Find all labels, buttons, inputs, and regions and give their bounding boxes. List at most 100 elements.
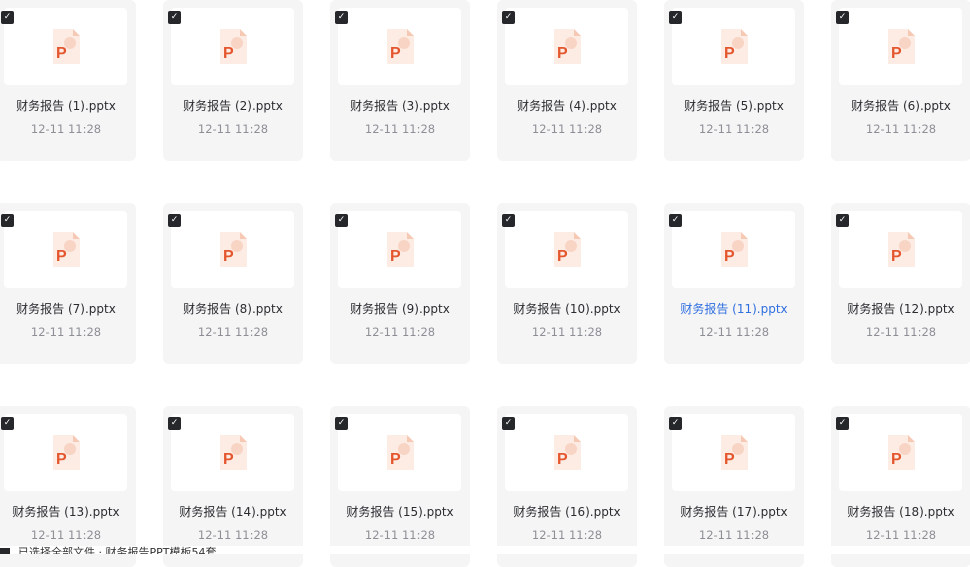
status-text: 已选择全部文件 · 财务报告PPT模板54套 bbox=[18, 546, 217, 554]
pptx-file-icon: P bbox=[887, 29, 915, 64]
svg-text:P: P bbox=[56, 45, 67, 62]
file-thumbnail: P bbox=[672, 414, 795, 491]
file-card[interactable]: P ✓ 财务报告 (12).pptx 12-11 11:28 bbox=[831, 203, 970, 364]
svg-text:P: P bbox=[223, 451, 234, 468]
checkbox-checked-icon[interactable]: ✓ bbox=[669, 417, 682, 430]
file-thumbnail: P bbox=[4, 8, 127, 85]
file-modified-time: 12-11 11:28 bbox=[865, 122, 937, 136]
file-card[interactable]: P ✓ 财务报告 (8).pptx 12-11 11:28 bbox=[163, 203, 303, 364]
select-all-checkbox[interactable] bbox=[0, 548, 10, 554]
file-card[interactable]: P ✓ 财务报告 (14).pptx 12-11 11:28 bbox=[163, 406, 303, 567]
file-card[interactable]: P ✓ 财务报告 (10).pptx 12-11 11:28 bbox=[497, 203, 637, 364]
file-name: 财务报告 (17).pptx bbox=[680, 505, 788, 519]
file-modified-time: 12-11 11:28 bbox=[197, 528, 269, 542]
file-thumbnail: P bbox=[338, 8, 461, 85]
file-thumbnail: P bbox=[839, 211, 962, 288]
file-card[interactable]: P ✓ 财务报告 (15).pptx 12-11 11:28 bbox=[330, 406, 470, 567]
file-thumbnail: P bbox=[839, 8, 962, 85]
file-card[interactable]: P ✓ 财务报告 (11).pptx 12-11 11:28 bbox=[664, 203, 804, 364]
checkbox-checked-icon[interactable]: ✓ bbox=[335, 11, 348, 24]
svg-text:P: P bbox=[891, 45, 902, 62]
file-modified-time: 12-11 11:28 bbox=[364, 528, 436, 542]
pptx-file-icon: P bbox=[553, 435, 581, 470]
file-thumbnail: P bbox=[505, 414, 628, 491]
pptx-file-icon: P bbox=[386, 232, 414, 267]
svg-text:P: P bbox=[390, 45, 401, 62]
file-modified-time: 12-11 11:28 bbox=[364, 122, 436, 136]
pptx-file-icon: P bbox=[386, 29, 414, 64]
file-thumbnail: P bbox=[4, 211, 127, 288]
pptx-file-icon: P bbox=[52, 435, 80, 470]
checkbox-checked-icon[interactable]: ✓ bbox=[669, 11, 682, 24]
file-name: 财务报告 (10).pptx bbox=[513, 302, 621, 316]
file-thumbnail: P bbox=[338, 414, 461, 491]
pptx-file-icon: P bbox=[887, 435, 915, 470]
checkbox-checked-icon[interactable]: ✓ bbox=[502, 11, 515, 24]
file-name: 财务报告 (16).pptx bbox=[513, 505, 621, 519]
file-modified-time: 12-11 11:28 bbox=[197, 122, 269, 136]
file-card[interactable]: P ✓ 财务报告 (18).pptx 12-11 11:28 bbox=[831, 406, 970, 567]
file-modified-time: 12-11 11:28 bbox=[531, 528, 603, 542]
svg-text:P: P bbox=[223, 248, 234, 265]
file-name: 财务报告 (1).pptx bbox=[16, 99, 116, 113]
checkbox-checked-icon[interactable]: ✓ bbox=[335, 417, 348, 430]
svg-text:P: P bbox=[390, 451, 401, 468]
file-name: 财务报告 (12).pptx bbox=[847, 302, 955, 316]
checkbox-checked-icon[interactable]: ✓ bbox=[1, 417, 14, 430]
svg-text:P: P bbox=[223, 45, 234, 62]
file-card[interactable]: P ✓ 财务报告 (4).pptx 12-11 11:28 bbox=[497, 0, 637, 161]
file-thumbnail: P bbox=[4, 414, 127, 491]
file-thumbnail: P bbox=[338, 211, 461, 288]
file-card[interactable]: P ✓ 财务报告 (5).pptx 12-11 11:28 bbox=[664, 0, 804, 161]
svg-text:P: P bbox=[56, 451, 67, 468]
file-name: 财务报告 (7).pptx bbox=[16, 302, 116, 316]
file-card[interactable]: P ✓ 财务报告 (17).pptx 12-11 11:28 bbox=[664, 406, 804, 567]
file-card[interactable]: P ✓ 财务报告 (7).pptx 12-11 11:28 bbox=[0, 203, 136, 364]
svg-text:P: P bbox=[891, 451, 902, 468]
file-modified-time: 12-11 11:28 bbox=[30, 122, 102, 136]
checkbox-checked-icon[interactable]: ✓ bbox=[502, 214, 515, 227]
file-modified-time: 12-11 11:28 bbox=[865, 528, 937, 542]
file-thumbnail: P bbox=[505, 8, 628, 85]
file-name: 财务报告 (9).pptx bbox=[350, 302, 450, 316]
svg-text:P: P bbox=[557, 451, 568, 468]
file-modified-time: 12-11 11:28 bbox=[698, 528, 770, 542]
pptx-file-icon: P bbox=[720, 435, 748, 470]
pptx-file-icon: P bbox=[887, 232, 915, 267]
checkbox-checked-icon[interactable]: ✓ bbox=[1, 11, 14, 24]
file-modified-time: 12-11 11:28 bbox=[197, 325, 269, 339]
file-card[interactable]: P ✓ 财务报告 (9).pptx 12-11 11:28 bbox=[330, 203, 470, 364]
svg-text:P: P bbox=[56, 248, 67, 265]
svg-text:P: P bbox=[557, 248, 568, 265]
checkbox-checked-icon[interactable]: ✓ bbox=[168, 417, 181, 430]
file-card[interactable]: P ✓ 财务报告 (2).pptx 12-11 11:28 bbox=[163, 0, 303, 161]
svg-text:P: P bbox=[724, 451, 735, 468]
pptx-file-icon: P bbox=[219, 29, 247, 64]
checkbox-checked-icon[interactable]: ✓ bbox=[669, 214, 682, 227]
pptx-file-icon: P bbox=[553, 232, 581, 267]
svg-text:P: P bbox=[390, 248, 401, 265]
file-card[interactable]: P ✓ 财务报告 (16).pptx 12-11 11:28 bbox=[497, 406, 637, 567]
file-modified-time: 12-11 11:28 bbox=[531, 325, 603, 339]
checkbox-checked-icon[interactable]: ✓ bbox=[168, 214, 181, 227]
checkbox-checked-icon[interactable]: ✓ bbox=[836, 214, 849, 227]
checkbox-checked-icon[interactable]: ✓ bbox=[836, 417, 849, 430]
checkbox-checked-icon[interactable]: ✓ bbox=[836, 11, 849, 24]
file-name: 财务报告 (14).pptx bbox=[179, 505, 287, 519]
checkbox-checked-icon[interactable]: ✓ bbox=[1, 214, 14, 227]
pptx-file-icon: P bbox=[219, 232, 247, 267]
file-card[interactable]: P ✓ 财务报告 (3).pptx 12-11 11:28 bbox=[330, 0, 470, 161]
file-card[interactable]: P ✓ 财务报告 (1).pptx 12-11 11:28 bbox=[0, 0, 136, 161]
file-thumbnail: P bbox=[171, 8, 294, 85]
file-modified-time: 12-11 11:28 bbox=[698, 325, 770, 339]
file-card[interactable]: P ✓ 财务报告 (13).pptx 12-11 11:28 bbox=[0, 406, 136, 567]
checkbox-checked-icon[interactable]: ✓ bbox=[335, 214, 348, 227]
file-modified-time: 12-11 11:28 bbox=[364, 325, 436, 339]
pptx-file-icon: P bbox=[553, 29, 581, 64]
checkbox-checked-icon[interactable]: ✓ bbox=[502, 417, 515, 430]
file-thumbnail: P bbox=[672, 8, 795, 85]
file-name: 财务报告 (18).pptx bbox=[847, 505, 955, 519]
file-grid: P ✓ 财务报告 (1).pptx 12-11 11:28 P ✓ 财务报告 (… bbox=[0, 0, 970, 567]
checkbox-checked-icon[interactable]: ✓ bbox=[168, 11, 181, 24]
file-card[interactable]: P ✓ 财务报告 (6).pptx 12-11 11:28 bbox=[831, 0, 970, 161]
